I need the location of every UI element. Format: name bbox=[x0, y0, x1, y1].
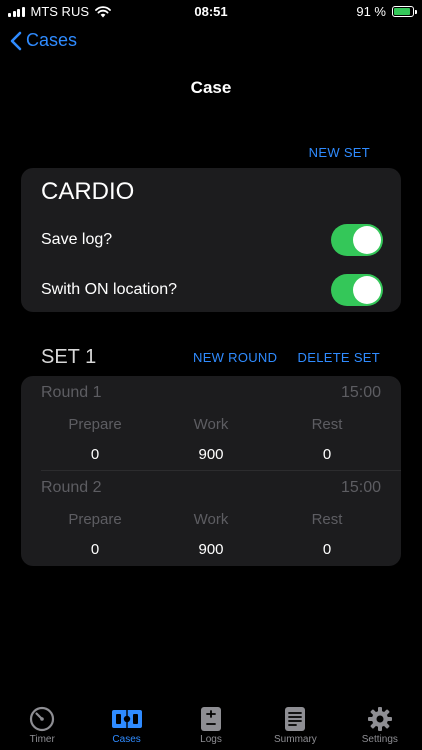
tab-label: Summary bbox=[274, 734, 317, 745]
new-round-button[interactable]: NEW ROUND bbox=[193, 350, 277, 365]
status-right: 91 % bbox=[356, 4, 417, 19]
chevron-left-icon bbox=[10, 31, 22, 50]
back-button-label: Cases bbox=[26, 30, 78, 50]
work-label: Work bbox=[193, 511, 229, 528]
tab-label: Settings bbox=[361, 734, 398, 745]
round-name: Round 2 bbox=[41, 479, 102, 496]
prepare-value[interactable]: 0 bbox=[35, 446, 155, 463]
case-card: CARDIO Save log? Swith ON location? bbox=[21, 168, 401, 312]
rest-value[interactable]: 0 bbox=[267, 446, 387, 463]
tab-label: Timer bbox=[29, 734, 55, 745]
round-name: Round 1 bbox=[41, 384, 102, 401]
tab-bar: Timer Cases Logs Summary Settings bbox=[0, 704, 422, 750]
timer-icon bbox=[30, 706, 55, 732]
status-bar: MTS RUS 08:51 91 % bbox=[0, 0, 422, 24]
tab-summary[interactable]: Summary bbox=[253, 704, 337, 750]
work-value[interactable]: 900 bbox=[151, 541, 271, 558]
round-row[interactable]: Round 2 15:00 Prepare Work Rest 0 900 0 bbox=[21, 471, 401, 565]
new-set-button[interactable]: NEW SET bbox=[309, 145, 370, 160]
cases-icon bbox=[111, 710, 142, 728]
tab-logs[interactable]: Logs bbox=[169, 704, 253, 750]
summary-icon bbox=[285, 707, 306, 731]
prepare-value[interactable]: 0 bbox=[35, 541, 155, 558]
toggle-knob bbox=[353, 276, 381, 304]
battery-fill bbox=[394, 8, 411, 15]
battery-icon bbox=[392, 6, 417, 17]
prepare-label: Prepare bbox=[68, 511, 122, 528]
tab-label: Logs bbox=[200, 734, 222, 745]
rest-value[interactable]: 0 bbox=[267, 541, 387, 558]
battery-percent: 91 % bbox=[356, 4, 386, 19]
save-log-row: Save log? bbox=[41, 220, 383, 260]
logs-icon bbox=[201, 707, 222, 731]
tab-label: Cases bbox=[112, 734, 141, 745]
rest-label: Rest bbox=[311, 511, 343, 528]
work-value[interactable]: 900 bbox=[151, 446, 271, 463]
gear-icon bbox=[367, 707, 392, 731]
round-total: 15:00 bbox=[340, 479, 381, 496]
tab-settings[interactable]: Settings bbox=[338, 704, 422, 750]
location-row: Swith ON location? bbox=[41, 270, 383, 310]
delete-set-button[interactable]: DELETE SET bbox=[298, 350, 380, 365]
save-log-toggle[interactable] bbox=[331, 224, 383, 256]
location-label: Swith ON location? bbox=[41, 281, 178, 298]
prepare-label: Prepare bbox=[68, 416, 122, 433]
round-row[interactable]: Round 1 15:00 Prepare Work Rest 0 900 0 bbox=[21, 376, 401, 471]
tab-cases[interactable]: Cases bbox=[84, 704, 168, 750]
work-label: Work bbox=[193, 416, 229, 433]
tab-timer[interactable]: Timer bbox=[0, 704, 84, 750]
back-button[interactable]: Cases bbox=[10, 30, 77, 51]
rest-label: Rest bbox=[311, 416, 343, 433]
rounds-card: Round 1 15:00 Prepare Work Rest 0 900 0 … bbox=[21, 376, 401, 566]
location-toggle[interactable] bbox=[331, 274, 383, 306]
set-title: SET 1 bbox=[41, 346, 97, 368]
page-title: Case bbox=[190, 78, 232, 97]
case-name[interactable]: CARDIO bbox=[41, 178, 134, 206]
save-log-label: Save log? bbox=[41, 231, 113, 248]
set-header: SET 1 NEW ROUND DELETE SET bbox=[0, 344, 422, 372]
toggle-knob bbox=[353, 226, 381, 254]
round-total: 15:00 bbox=[340, 384, 381, 401]
